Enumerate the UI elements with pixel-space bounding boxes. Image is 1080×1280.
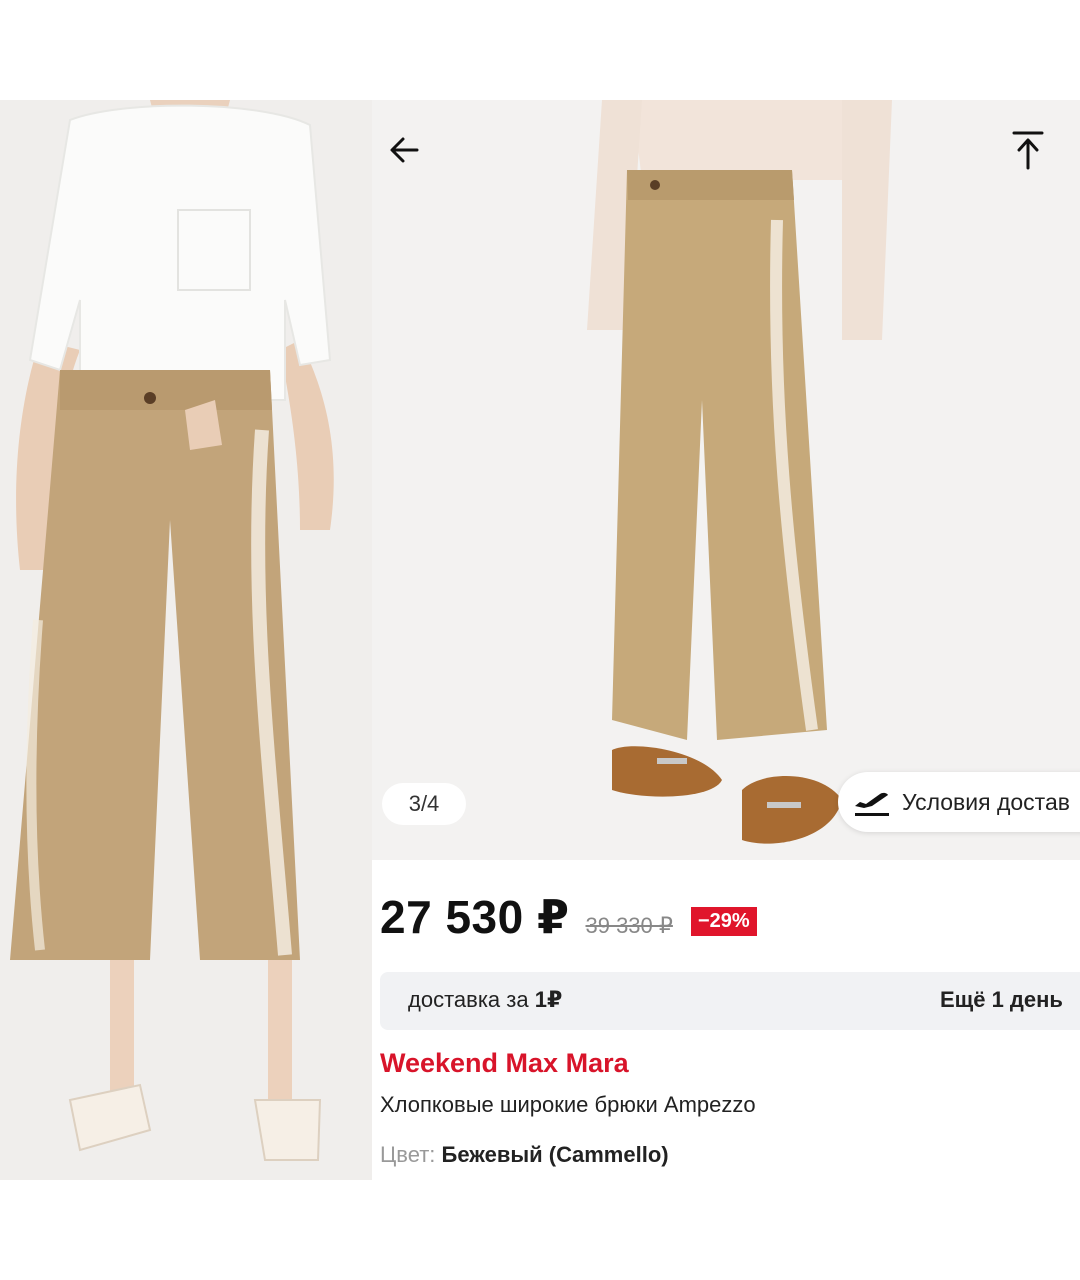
product-title: Хлопковые широкие брюки Ampezzo [380,1092,756,1117]
back-button[interactable] [374,120,434,180]
color-value: Бежевый (Cammello) [441,1142,669,1167]
arrow-left-icon [390,137,419,163]
brand-link[interactable]: Weekend Max Mara [380,1048,629,1079]
model-photo-illustration [0,100,372,1180]
delivery-terms-button[interactable]: Условия достав [838,772,1080,832]
airplane-departure-icon [855,792,889,816]
old-price: 39 330 ₽ [585,913,673,938]
delivery-label: доставка за [408,987,535,1012]
product-page: 3/4 Условия достав 27 530 ₽ 39 330 ₽ −29… [372,100,1080,1180]
delivery-cost: 1₽ [534,987,563,1012]
gallery-counter: 3/4 [382,783,466,825]
gallery-photo-illustration [372,100,1080,860]
delivery-time: Ещё 1 день [940,987,1063,1012]
delivery-info-bar[interactable]: доставка за 1₽ Ещё 1 день [380,972,1080,1030]
color-row: Цвет: Бежевый (Cammello) [380,1142,669,1168]
discount-badge: −29% [690,907,757,936]
arrow-to-top-icon [1012,131,1044,170]
left-product-photo [0,100,372,1180]
delivery-terms-label: Условия достав [902,788,1070,815]
scroll-top-button[interactable] [998,120,1058,180]
product-image-gallery[interactable]: 3/4 Условия достав [372,100,1080,860]
current-price: 27 530 ₽ [380,891,570,943]
delivery-cost-text: доставка за 1₽ [408,987,562,1013]
price-row: 27 530 ₽ 39 330 ₽ −29% [380,890,757,950]
color-label: Цвет: [380,1142,442,1167]
